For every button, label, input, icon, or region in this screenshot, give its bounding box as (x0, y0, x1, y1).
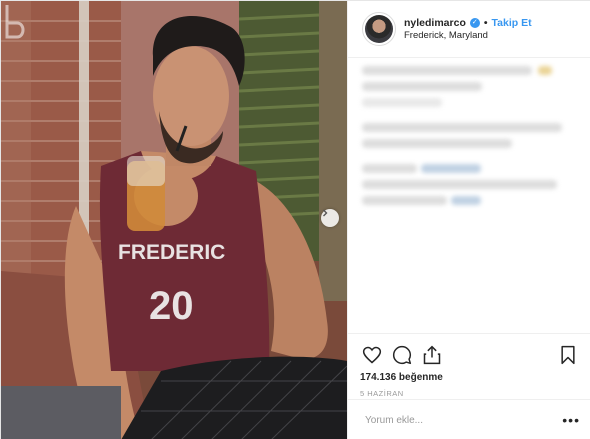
comment-input[interactable] (365, 414, 563, 426)
share-icon (423, 345, 441, 365)
watermark-logo-icon (5, 5, 25, 39)
post-actions: 174.136 beğenme 5 HAZİRAN (348, 333, 590, 398)
bookmark-icon (561, 345, 575, 365)
heart-icon (362, 346, 382, 364)
next-photo-button[interactable] (321, 209, 339, 227)
avatar-image (365, 15, 393, 43)
add-comment-section: ••• (348, 399, 590, 439)
username-row: nyledimarco ✓ • Takip Et (404, 17, 532, 30)
more-options-icon[interactable]: ••• (562, 413, 580, 427)
follow-button[interactable]: Takip Et (492, 17, 532, 30)
share-button[interactable] (420, 343, 444, 367)
separator-dot: • (483, 16, 488, 29)
chevron-right-icon (323, 209, 328, 217)
comment-icon (392, 345, 412, 365)
verified-badge-icon: ✓ (469, 18, 480, 29)
save-button[interactable] (556, 343, 580, 367)
action-icons-row (360, 340, 580, 370)
jersey-number: 20 (149, 284, 194, 328)
comments-list-blurred (348, 58, 590, 333)
username-link[interactable]: nyledimarco (404, 17, 466, 30)
header-text: nyledimarco ✓ • Takip Et Frederick, Mary… (404, 17, 532, 42)
post-date: 5 HAZİRAN (360, 389, 404, 398)
photo-illustration: FREDERIC 20 (1, 1, 347, 439)
post-header: nyledimarco ✓ • Takip Et Frederick, Mary… (348, 1, 590, 58)
jersey-text: FREDERIC (118, 241, 225, 264)
post-sidebar: nyledimarco ✓ • Takip Et Frederick, Mary… (347, 1, 590, 439)
comment-button[interactable] (390, 343, 414, 367)
avatar[interactable] (362, 12, 396, 46)
instagram-post: FREDERIC 20 nyledimarco ✓ • Takip Et Fre… (0, 0, 590, 439)
post-photo[interactable]: FREDERIC 20 (1, 1, 347, 439)
likes-count[interactable]: 174.136 beğenme (360, 372, 580, 383)
like-button[interactable] (360, 343, 384, 367)
location-link[interactable]: Frederick, Maryland (404, 30, 532, 42)
